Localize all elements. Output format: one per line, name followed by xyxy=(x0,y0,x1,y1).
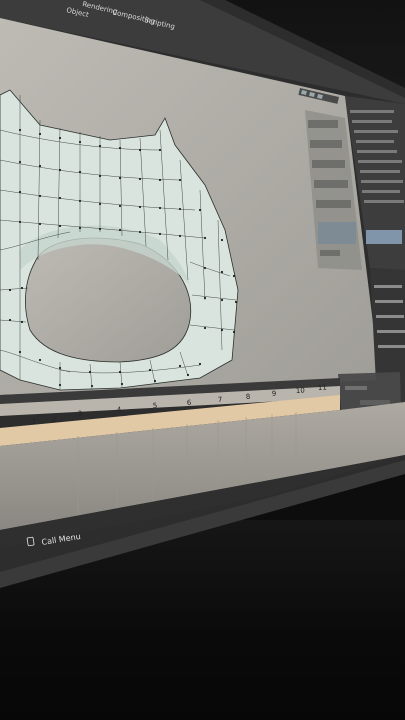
frame-10: 10 xyxy=(296,386,305,395)
frame-9: 9 xyxy=(272,390,277,398)
outliner-item xyxy=(350,110,394,113)
outliner-item xyxy=(352,120,392,123)
outliner-item xyxy=(356,140,394,143)
outliner-item xyxy=(360,170,400,173)
outliner-item xyxy=(357,150,397,153)
outliner-item xyxy=(364,200,404,203)
outliner-item xyxy=(358,160,402,163)
outliner-item xyxy=(362,190,400,193)
outliner-item xyxy=(354,130,398,133)
panel-block xyxy=(318,222,356,244)
panel-row xyxy=(316,200,351,208)
frame-8: 8 xyxy=(246,393,251,401)
photo-scene: Object Rendering Compositing Scripting 1… xyxy=(0,0,405,720)
frame-11: 11 xyxy=(318,383,327,392)
panel-row xyxy=(314,180,348,188)
frame-7: 7 xyxy=(218,396,223,404)
frame-5: 5 xyxy=(153,402,158,410)
frame-3: 3 xyxy=(78,410,83,418)
outliner-item xyxy=(361,180,403,183)
panel-row xyxy=(320,250,340,256)
panel-row xyxy=(308,120,338,128)
monitor-photo: Object Rendering Compositing Scripting 1… xyxy=(0,0,405,588)
panel-row xyxy=(312,160,345,168)
selected-outliner-item xyxy=(366,230,402,244)
panel-row xyxy=(310,140,342,148)
